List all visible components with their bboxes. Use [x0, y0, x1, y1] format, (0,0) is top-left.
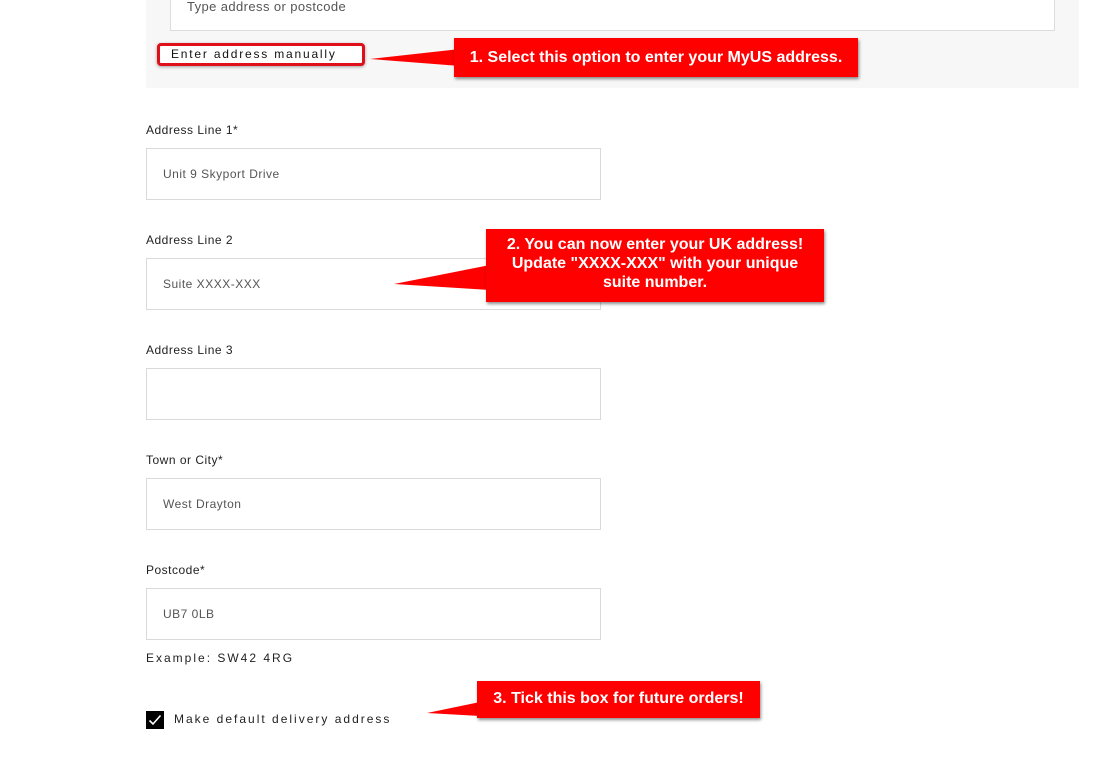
callout-3: 3. Tick this box for future orders! — [477, 681, 760, 718]
callout-2-pointer — [394, 265, 490, 290]
callout-pointers — [370, 49, 490, 716]
callout-3-pointer — [427, 702, 480, 716]
callout-2: 2. You can now enter your UK address! Up… — [486, 229, 824, 302]
callout-1-pointer — [370, 49, 460, 66]
callout-1: 1. Select this option to enter your MyUS… — [454, 38, 858, 77]
